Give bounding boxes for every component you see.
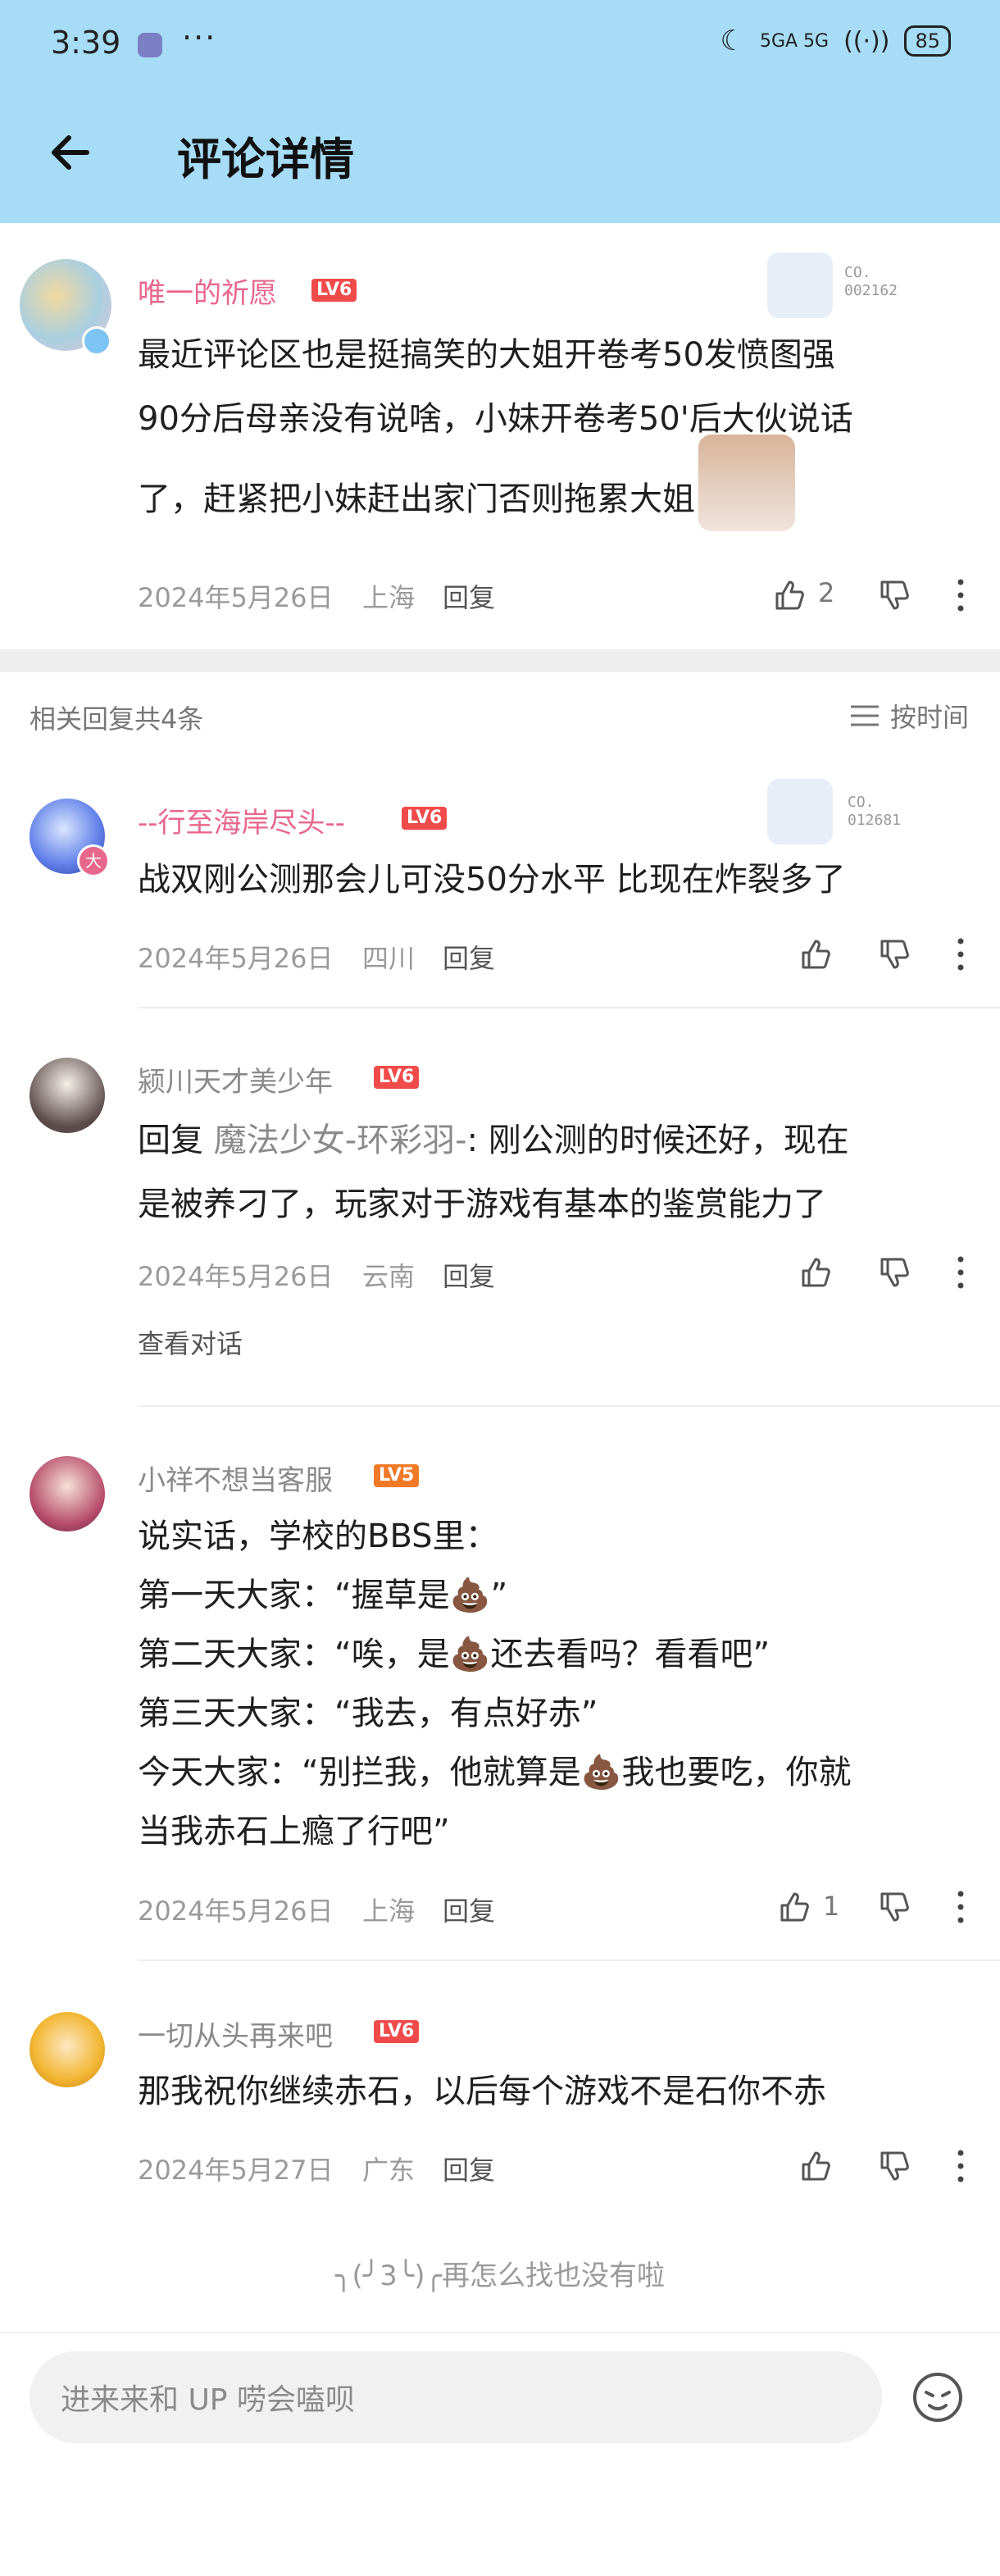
end-of-list-text: ╮(╯3╰)╭再怎么找也没有啦 <box>334 2260 666 2292</box>
reply-button[interactable]: 回复 <box>443 938 495 976</box>
comment-date: 2024年5月26日 <box>138 1261 334 1292</box>
wifi-icon: ((·)) <box>843 26 890 56</box>
comment-line: 90分后母亲没有说啥，小妹开卷考50'后大伙说话 <box>138 400 853 438</box>
fan-card-avatar-icon <box>767 253 833 318</box>
emoji-icon[interactable] <box>911 2371 964 2424</box>
comment-input[interactable]: 进来来和 UP 唠会嗑呗 <box>30 2351 882 2443</box>
username[interactable]: --行至海岸尽头-- <box>138 800 345 840</box>
divider <box>138 1007 1000 1008</box>
divider <box>138 1959 1000 1961</box>
comment-text: 说实话，学校的BBS里： 第一天大家：“握草是💩” 第二天大家：“唉，是💩还去看… <box>138 1507 974 1861</box>
comment-location: 四川 <box>362 943 416 974</box>
reply-button[interactable]: 回复 <box>443 1256 495 1294</box>
more-options-icon[interactable] <box>956 936 966 972</box>
reply-button[interactable]: 回复 <box>443 577 495 615</box>
like-icon[interactable] <box>798 1254 834 1290</box>
vip-badge-icon: 大 <box>77 844 110 877</box>
reply-button[interactable]: 回复 <box>443 1891 495 1928</box>
verified-badge-icon <box>82 326 111 356</box>
level-badge: LV6 <box>311 279 357 302</box>
divider <box>138 1405 1000 1407</box>
username[interactable]: 唯一的祈愿 <box>138 271 277 311</box>
sort-label: 按时间 <box>889 702 969 733</box>
reply-target-link[interactable]: 魔法少女-环彩羽- <box>214 1122 467 1159</box>
comment-text: 那我祝你继续赤石，以后每个游戏不是石你不赤 <box>138 2073 826 2110</box>
username[interactable]: 颍川天才美少年 <box>138 1059 333 1099</box>
level-badge: LV6 <box>374 2020 420 2043</box>
like-icon[interactable] <box>777 1889 813 1925</box>
dislike-icon[interactable] <box>877 1254 913 1290</box>
comment-line: 回复 魔法少女-环彩羽-: 刚公测的时候还好，现在 <box>138 1122 849 1159</box>
comment-date: 2024年5月26日 <box>138 943 334 974</box>
comment-input-bar: 进来来和 UP 唠会嗑呗 <box>0 2332 1000 2576</box>
comment-date: 2024年5月26日 <box>138 1896 334 1927</box>
poop-emoji-icon: 💩 <box>449 1577 491 1614</box>
username[interactable]: 一切从头再来吧 <box>138 2014 333 2054</box>
app-header: 3:39 ··· ☾ 5GA 5G ((·)) 85 评论详情 <box>0 0 1000 223</box>
level-badge: LV6 <box>402 807 448 830</box>
comment-text: 战双刚公测那会儿可没50分水平 比现在炸裂多了 <box>138 861 846 899</box>
dislike-icon[interactable] <box>877 936 913 972</box>
comment-date: 2024年5月26日 <box>138 582 334 613</box>
app-notification-icon <box>138 33 162 57</box>
comment-line: 说实话，学校的BBS里： <box>138 1518 498 1555</box>
sticker-emoji-icon <box>698 435 795 531</box>
more-options-icon[interactable] <box>956 1889 966 1925</box>
comment-line: 是被养刁了，玩家对于游戏有基本的鉴赏能力了 <box>138 1186 826 1223</box>
status-indicators: ☾ 5GA 5G ((·)) 85 <box>720 25 951 57</box>
replies-count: 相关回复共4条 <box>30 703 204 735</box>
fan-badge-number: CO. 002162 <box>844 264 898 299</box>
like-count: 2 <box>818 577 835 608</box>
fan-card-avatar-icon <box>767 779 833 844</box>
back-arrow-icon[interactable] <box>46 128 95 177</box>
avatar[interactable] <box>30 1058 105 1133</box>
more-options-icon[interactable] <box>956 2148 966 2184</box>
battery-indicator: 85 <box>904 25 951 57</box>
like-icon[interactable] <box>798 2148 834 2184</box>
network-label: 5GA 5G <box>759 30 830 52</box>
sort-lines-icon <box>850 705 879 726</box>
comment-line: 当我赤石上瘾了行吧” <box>138 1813 450 1850</box>
like-icon[interactable] <box>772 577 808 613</box>
sort-button[interactable]: 按时间 <box>849 697 969 735</box>
comment-location: 上海 <box>362 1896 416 1927</box>
dislike-icon[interactable] <box>877 1889 913 1925</box>
main-comment: 唯一的祈愿 LV6 CO. 002162 最近评论区也是挺搞笑的大姐开卷考50发愤… <box>0 223 1000 649</box>
like-icon[interactable] <box>798 936 834 972</box>
like-count: 1 <box>823 1891 840 1922</box>
comment-text: 回复 魔法少女-环彩羽-: 刚公测的时候还好，现在 是被养刁了，玩家对于游戏有基… <box>138 1108 974 1236</box>
dislike-icon[interactable] <box>877 2148 913 2184</box>
comment-location: 上海 <box>362 582 416 613</box>
view-conversation-link[interactable]: 查看对话 <box>138 1323 243 1361</box>
comment-location: 云南 <box>362 1261 416 1292</box>
comment-line: 了，赶紧把小妹赶出家门否则拖累大姐 <box>138 435 974 531</box>
reply-button[interactable]: 回复 <box>443 2150 495 2187</box>
status-time: 3:39 <box>51 25 121 61</box>
level-badge: LV6 <box>374 1066 420 1089</box>
input-placeholder: 进来来和 UP 唠会嗑呗 <box>61 2383 355 2417</box>
more-options-icon[interactable] <box>956 577 966 613</box>
comment-location: 广东 <box>362 2155 416 2186</box>
section-divider <box>0 649 1000 672</box>
status-more-icon: ··· <box>182 20 217 56</box>
level-badge: LV5 <box>374 1464 420 1487</box>
fan-badge-number: CO. 012681 <box>848 794 902 829</box>
dislike-icon[interactable] <box>877 577 913 613</box>
username[interactable]: 小祥不想当客服 <box>138 1458 333 1498</box>
comment-line: 第一天大家：“握草是💩” <box>138 1577 508 1614</box>
more-options-icon[interactable] <box>956 1254 966 1290</box>
comment-date: 2024年5月27日 <box>138 2155 334 2186</box>
avatar[interactable] <box>30 1456 105 1531</box>
poop-emoji-icon: 💩 <box>580 1754 622 1791</box>
comment-line: 第二天大家：“唉，是💩还去看吗？看看吧” <box>138 1636 770 1673</box>
avatar[interactable] <box>30 2012 105 2087</box>
poop-emoji-icon: 💩 <box>449 1636 491 1673</box>
comment-text: 最近评论区也是挺搞笑的大姐开卷考50发愤图强 90分后母亲没有说啥，小妹开卷考5… <box>138 323 974 531</box>
comment-line: 最近评论区也是挺搞笑的大姐开卷考50发愤图强 <box>138 336 835 374</box>
page-title: 评论详情 <box>177 134 354 185</box>
comment-line: 第三天大家：“我去，有点好赤” <box>138 1695 598 1732</box>
moon-icon: ☾ <box>720 25 745 57</box>
comment-line: 今天大家：“别拦我，他就算是💩我也要吃，你就 <box>138 1754 852 1791</box>
